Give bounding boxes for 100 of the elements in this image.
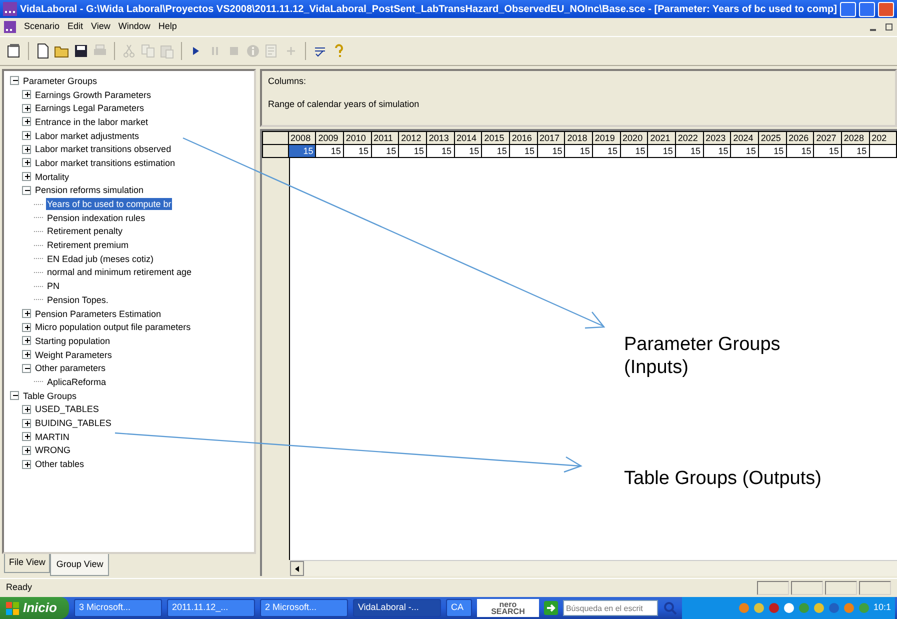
search-field[interactable]: Búsqueda en el escrit xyxy=(562,600,658,616)
tree-item[interactable]: Labor market adjustments xyxy=(34,130,140,142)
status-pane xyxy=(825,581,857,595)
column-header: 2008 xyxy=(288,132,316,144)
column-header: 2013 xyxy=(426,132,454,144)
menu-item[interactable]: Edit xyxy=(68,20,84,34)
collapse-toggle[interactable] xyxy=(22,364,31,373)
new-file-icon[interactable] xyxy=(35,43,51,59)
tree-item[interactable]: BUIDING_TABLES xyxy=(34,417,112,430)
tree-item[interactable]: Entrance in the labor market xyxy=(34,116,150,128)
tree-item[interactable]: Retirement premium xyxy=(46,239,130,252)
taskbar-button[interactable]: 2011.11.12_... xyxy=(166,599,255,617)
tree-item[interactable]: Earnings Growth Parameters xyxy=(34,88,152,101)
column-header: 2027 xyxy=(814,132,842,144)
taskbar-button[interactable]: 3 Microsoft... xyxy=(74,599,162,617)
start-button[interactable]: Inicio xyxy=(0,597,69,619)
restore-icon[interactable] xyxy=(885,22,893,32)
tab[interactable]: File View xyxy=(4,554,50,572)
column-header: 2026 xyxy=(786,132,814,144)
column-header: 2022 xyxy=(675,132,704,144)
restore-button[interactable] xyxy=(859,2,875,16)
column-header: 2009 xyxy=(316,132,344,144)
column-header: 2011 xyxy=(371,132,399,144)
collapse-toggle[interactable] xyxy=(10,76,19,86)
close-button[interactable] xyxy=(878,2,894,16)
annotation-label: Table Groups (Outputs) xyxy=(624,467,822,490)
expand-toggle[interactable] xyxy=(22,104,31,113)
taskbar-button[interactable]: 2 Microsoft... xyxy=(260,599,348,617)
expand-toggle[interactable] xyxy=(22,131,31,140)
tree-item[interactable]: Other tables xyxy=(34,458,86,470)
expand-toggle[interactable] xyxy=(22,90,31,100)
collapse-toggle[interactable] xyxy=(10,391,19,400)
tray-icon[interactable] xyxy=(783,602,796,614)
menu-item[interactable]: Scenario xyxy=(24,20,60,34)
tree-item[interactable]: USED_TABLES xyxy=(34,403,100,416)
column-header: 2019 xyxy=(592,132,620,144)
tree-item[interactable]: Retirement penalty xyxy=(46,225,124,238)
expand-toggle[interactable] xyxy=(22,460,31,469)
tree-item[interactable]: Micro population output file parameters xyxy=(34,321,192,334)
taskbar-button[interactable]: CA xyxy=(446,599,472,617)
tree-item[interactable]: normal and minimum retirement age xyxy=(46,266,193,278)
tree-item[interactable]: Pension Topes. xyxy=(46,294,110,306)
go-arrow-icon[interactable] xyxy=(544,601,558,615)
properties-icon[interactable] xyxy=(6,43,22,59)
expand-toggle[interactable] xyxy=(22,418,31,428)
menu-item[interactable]: View xyxy=(91,20,110,34)
menu-item[interactable]: Help xyxy=(158,20,177,34)
tree-item[interactable]: PN xyxy=(46,280,61,292)
tree-item[interactable]: Years of bc used to compute br xyxy=(46,198,172,210)
tree-item[interactable]: EN Edad jub (meses cotiz) xyxy=(46,252,155,265)
tree-item[interactable]: Labor market transitions observed xyxy=(34,143,172,156)
column-header: 2015 xyxy=(482,132,510,144)
minimize-button[interactable] xyxy=(840,2,856,16)
column-header: 2028 xyxy=(841,132,870,144)
column-header: 2010 xyxy=(343,132,372,144)
expand-toggle[interactable] xyxy=(22,432,31,442)
expand-toggle[interactable] xyxy=(22,309,31,318)
column-header: 2023 xyxy=(703,132,731,144)
expand-toggle[interactable] xyxy=(22,144,31,154)
expand-toggle[interactable] xyxy=(22,446,31,455)
scroll-left-arrow-icon[interactable] xyxy=(294,564,300,572)
tree-item[interactable]: AplicaReforma xyxy=(46,376,108,388)
column-header: 2020 xyxy=(620,132,648,144)
tree-item[interactable]: Starting population xyxy=(34,334,112,347)
tree-item[interactable]: Parameter Groups xyxy=(22,74,98,87)
status-pane xyxy=(791,581,823,595)
taskbar-button[interactable]: VidaLaboral -... xyxy=(352,599,441,617)
tree-item[interactable]: Table Groups xyxy=(22,390,78,402)
tree-item[interactable]: Labor market transitions estimation xyxy=(34,156,176,169)
expand-toggle[interactable] xyxy=(22,350,31,360)
column-header: 2025 xyxy=(758,132,786,144)
menu-item[interactable]: Window xyxy=(118,20,150,34)
save-icon[interactable] xyxy=(73,43,89,59)
column-header: 2017 xyxy=(537,132,565,144)
tree-item[interactable]: Pension reforms simulation xyxy=(34,184,145,196)
tree-item[interactable]: Weight Parameters xyxy=(34,348,113,361)
column-header: 2014 xyxy=(454,132,482,144)
tree-item[interactable]: Earnings Legal Parameters xyxy=(34,102,146,114)
expand-toggle[interactable] xyxy=(22,336,31,346)
annotation-label: Parameter Groups (Inputs) xyxy=(624,333,782,379)
tree-item[interactable]: Pension Parameters Estimation xyxy=(34,308,162,320)
status-pane xyxy=(859,581,891,595)
tree-item[interactable]: Other parameters xyxy=(34,362,107,374)
tree-item[interactable]: Mortality xyxy=(34,170,70,183)
column-header: 2018 xyxy=(564,132,592,144)
window-title: VidaLaboral - G:\Wida Laboral\Proyectos VS2008\2011.11.12_VidaLaboral_PostSent_LabTransHazard_ObservedEU_NOInc\Base.sce - [Parameter: Years of bc used to comp] xyxy=(20,2,837,16)
expand-toggle[interactable] xyxy=(22,172,31,182)
tree-item[interactable]: Pension indexation rules xyxy=(46,212,146,224)
expand-toggle[interactable] xyxy=(22,117,31,126)
clock: 10:1 xyxy=(873,601,891,614)
expand-toggle[interactable] xyxy=(22,404,31,414)
expand-toggle[interactable] xyxy=(22,158,31,168)
tab[interactable]: Group View xyxy=(50,554,110,576)
collapse-toggle[interactable] xyxy=(22,186,31,195)
expand-toggle[interactable] xyxy=(22,322,31,332)
column-header: 2012 xyxy=(398,132,426,144)
tree-item[interactable]: WRONG xyxy=(34,444,72,456)
info-description: Range of calendar years of simulation xyxy=(268,98,420,111)
column-header: 2024 xyxy=(730,132,758,144)
tree-item[interactable]: MARTIN xyxy=(34,430,70,443)
